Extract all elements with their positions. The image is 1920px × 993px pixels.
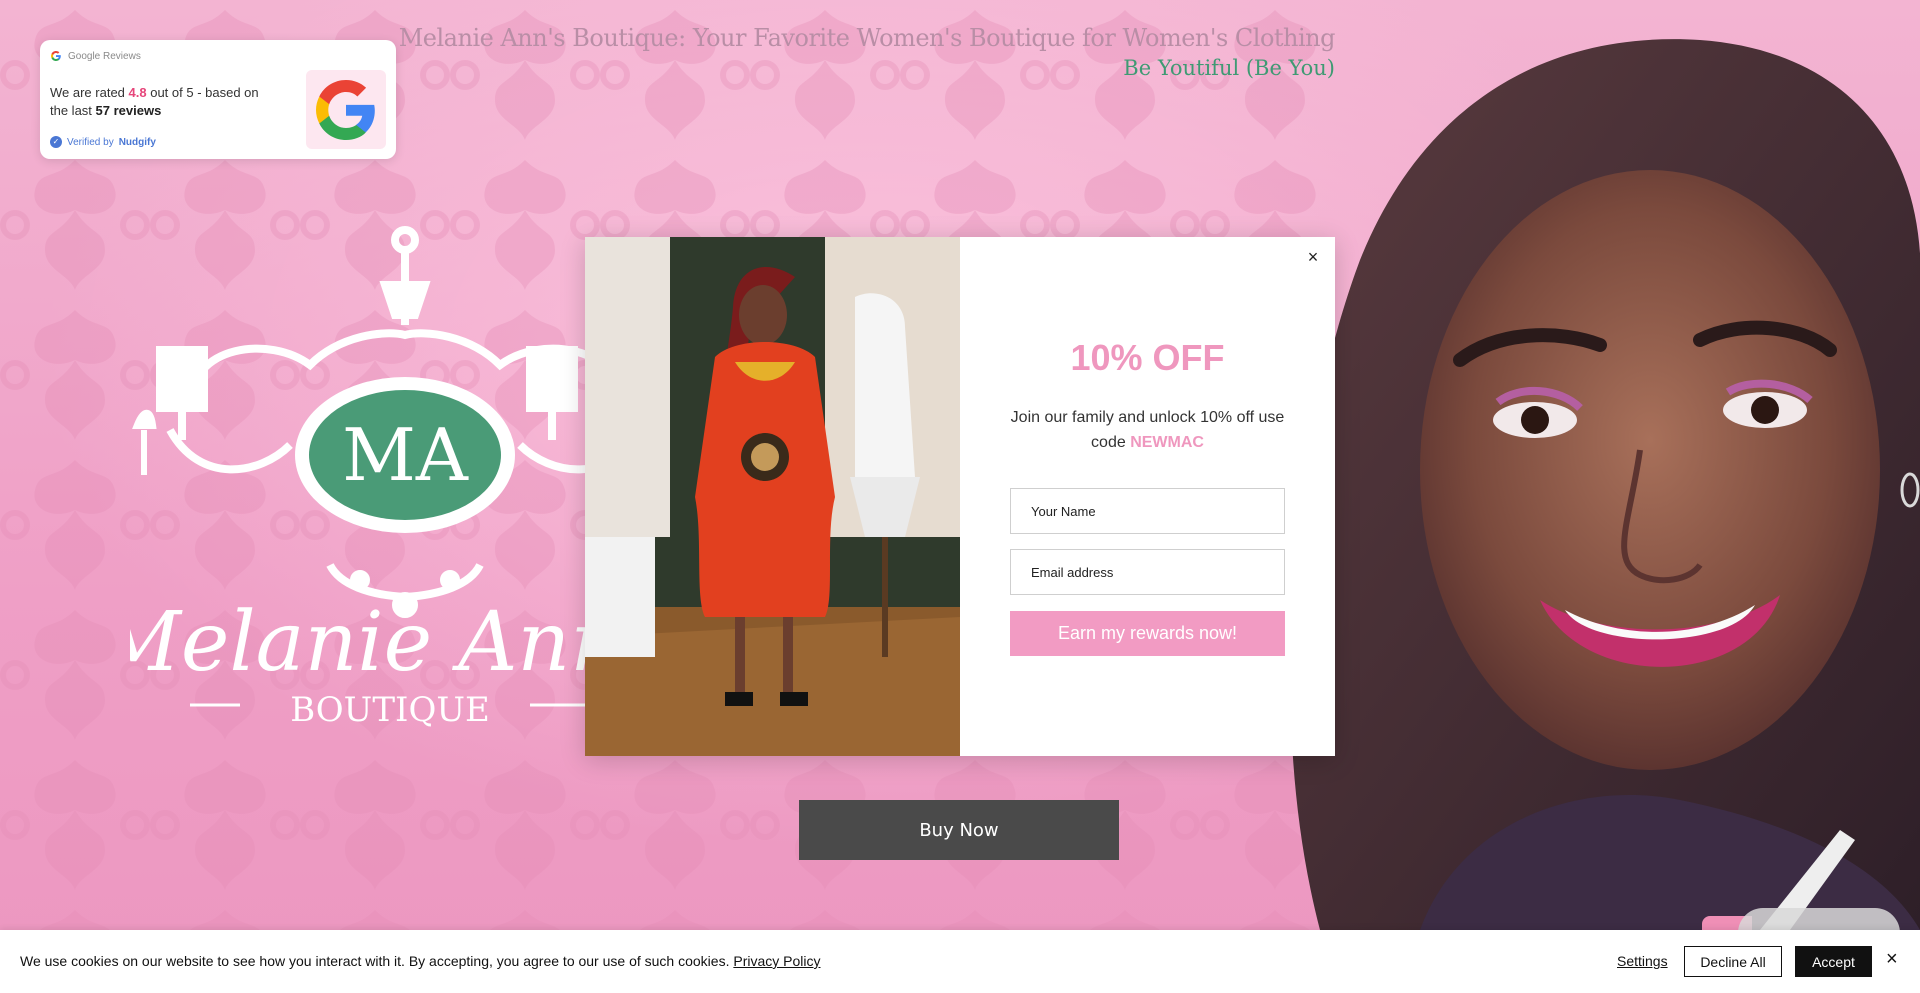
hero-portrait <box>1280 0 1920 930</box>
popup-photo <box>585 237 960 756</box>
discount-popup: × 10% OFF Join our family and unlock 10%… <box>585 237 1335 756</box>
logo-subtitle: BOUTIQUE <box>290 690 490 730</box>
boutique-logo: MA Melanie Ann BOUTIQUE <box>130 226 600 730</box>
rating-value: 4.8 <box>128 85 147 100</box>
verified-brand: Nudgify <box>118 136 156 148</box>
offer-title: 10% OFF <box>1070 337 1225 378</box>
google-icon <box>316 79 375 140</box>
decline-all-button[interactable]: Decline All <box>1684 946 1782 977</box>
cookie-banner: We use cookies on our website to see how… <box>0 930 1920 993</box>
reviews-header: Google Reviews <box>50 50 141 62</box>
google-icon <box>51 51 61 61</box>
cookie-settings-link[interactable]: Settings <box>1617 953 1668 969</box>
email-field[interactable] <box>1010 549 1285 595</box>
name-field[interactable] <box>1010 488 1285 534</box>
accept-button[interactable]: Accept <box>1795 946 1872 977</box>
close-icon[interactable]: × <box>1301 245 1325 269</box>
verified-line: ✓ Verified by Nudgify <box>50 136 156 148</box>
popup-form: × 10% OFF Join our family and unlock 10%… <box>960 237 1335 756</box>
reviews-source-label: Google Reviews <box>68 50 141 62</box>
google-reviews-badge[interactable]: Google Reviews We are rated 4.8 out of 5… <box>40 40 396 159</box>
reviews-summary: We are rated 4.8 out of 5 - based on the… <box>50 84 280 120</box>
verified-check-icon: ✓ <box>50 136 62 148</box>
privacy-policy-link[interactable]: Privacy Policy <box>733 953 820 969</box>
offer-description: Join our family and unlock 10% off use c… <box>1005 405 1290 455</box>
google-logo <box>306 70 386 149</box>
site-tagline: Be Youtiful (Be You) <box>1123 56 1335 80</box>
review-count: 57 reviews <box>95 103 162 118</box>
cookie-message: We use cookies on our website to see how… <box>20 953 730 969</box>
logo-name: Melanie Ann <box>130 595 600 690</box>
cookie-text: We use cookies on our website to see how… <box>20 953 821 969</box>
site-title: Melanie Ann's Boutique: Your Favorite Wo… <box>398 24 1336 52</box>
buy-now-button[interactable]: Buy Now <box>799 800 1119 860</box>
close-icon[interactable]: × <box>1886 947 1898 971</box>
earn-rewards-button[interactable]: Earn my rewards now! <box>1010 611 1285 656</box>
reviews-text-prefix: We are rated <box>50 85 129 100</box>
verified-prefix: Verified by <box>67 136 114 148</box>
promo-code: NEWMAC <box>1130 434 1204 451</box>
logo-monogram: MA <box>342 413 469 497</box>
